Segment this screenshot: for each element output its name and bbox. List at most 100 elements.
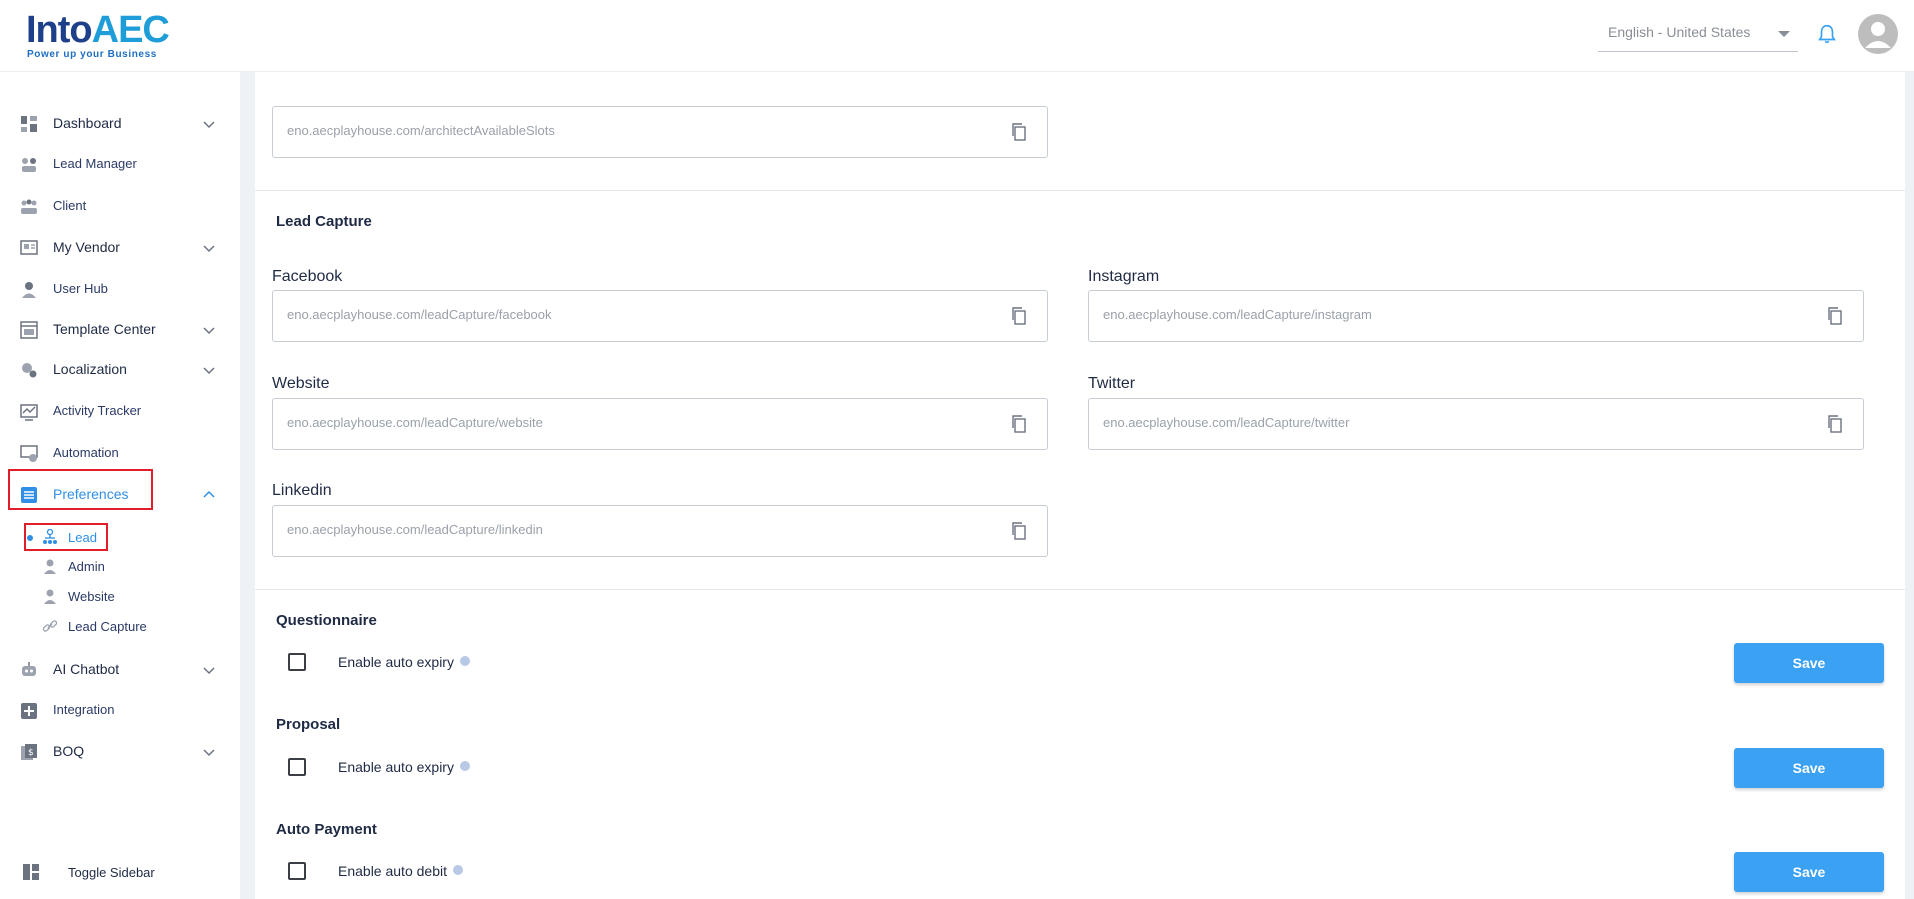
link-value: eno.aecplayhouse.com/leadCapture/website [287, 415, 543, 430]
sub-item-lead-capture[interactable]: Lead Capture [24, 614, 224, 640]
auto-payment-title: Auto Payment [276, 821, 377, 838]
lead-manager-icon [22, 158, 36, 172]
website-link-field[interactable]: eno.aecplayhouse.com/leadCapture/website [272, 398, 1048, 450]
copy-icon[interactable] [1827, 307, 1843, 325]
sidebar-item-label: Automation [53, 445, 119, 460]
logo[interactable]: IntoAEC Power up your Business [26, 6, 176, 60]
proposal-auto-expiry-checkbox[interactable] [288, 758, 306, 776]
user-icon [22, 282, 36, 298]
bell-icon[interactable] [1816, 22, 1838, 46]
instagram-link-field[interactable]: eno.aecplayhouse.com/leadCapture/instagr… [1088, 290, 1864, 342]
sidebar-item-label: Lead Manager [53, 156, 137, 171]
sub-item-label: Website [68, 589, 115, 604]
link-value: eno.aecplayhouse.com/leadCapture/instagr… [1103, 307, 1372, 322]
questionnaire-save-button[interactable]: Save [1734, 643, 1884, 683]
automation-icon [20, 445, 38, 462]
website-label: Website [272, 375, 330, 392]
preferences-highlight-box [8, 469, 153, 510]
caret-down-icon [1778, 31, 1790, 37]
localization-icon [22, 363, 37, 378]
copy-icon[interactable] [1011, 307, 1027, 325]
questionnaire-auto-expiry-label: Enable auto expiry [338, 654, 470, 670]
chevron-down-icon [203, 327, 215, 335]
link-icon [42, 620, 58, 632]
available-slots-link-field[interactable]: eno.aecplayhouse.com/architectAvailableS… [272, 106, 1048, 158]
sidebar-item-lead-manager[interactable]: Lead Manager [8, 146, 230, 184]
proposal-save-button[interactable]: Save [1734, 748, 1884, 788]
info-icon[interactable] [459, 761, 470, 771]
info-icon[interactable] [452, 865, 463, 875]
sidebar-item-label: Client [53, 198, 87, 213]
sidebar-item-my-vendor[interactable]: My Vendor [8, 229, 230, 267]
twitter-link-field[interactable]: eno.aecplayhouse.com/leadCapture/twitter [1088, 398, 1864, 450]
user-avatar-icon [1865, 22, 1891, 48]
chatbot-icon [22, 662, 36, 676]
sidebar-item-label: My Vendor [53, 239, 120, 255]
questionnaire-auto-expiry-checkbox[interactable] [288, 653, 306, 671]
sub-item-admin[interactable]: Admin [24, 554, 224, 580]
logo-tagline: Power up your Business [27, 49, 157, 60]
lead-capture-title: Lead Capture [276, 213, 372, 230]
sidebar-item-label: Template Center [53, 321, 156, 337]
sidebar-item-integration[interactable]: Integration [8, 692, 230, 730]
sidebar-item-label: Activity Tracker [53, 403, 142, 418]
chevron-down-icon [203, 667, 215, 675]
link-value: eno.aecplayhouse.com/leadCapture/twitter [1103, 415, 1350, 430]
integration-icon [21, 703, 37, 719]
section-divider [255, 589, 1905, 590]
sidebar-item-automation[interactable]: Automation [8, 435, 230, 473]
sidebar-item-dashboard[interactable]: Dashboard [8, 105, 230, 143]
sidebar-item-activity-tracker[interactable]: Activity Tracker [8, 393, 230, 431]
preferences-card [255, 72, 1905, 899]
sidebar-item-template-center[interactable]: Template Center [8, 311, 230, 349]
auto-debit-checkbox[interactable] [288, 862, 306, 880]
linkedin-link-field[interactable]: eno.aecplayhouse.com/leadCapture/linkedi… [272, 505, 1048, 557]
copy-icon[interactable] [1011, 415, 1027, 433]
twitter-label: Twitter [1088, 375, 1136, 392]
auto-debit-label: Enable auto debit [338, 863, 463, 879]
language-select[interactable]: English - United States [1598, 18, 1798, 52]
auto-payment-save-button[interactable]: Save [1734, 852, 1884, 892]
chevron-down-icon [203, 749, 215, 757]
copy-icon[interactable] [1011, 123, 1027, 141]
questionnaire-title: Questionnaire [276, 612, 377, 629]
chevron-down-icon [203, 121, 215, 129]
top-header: IntoAEC Power up your Business English -… [0, 0, 1914, 72]
facebook-link-field[interactable]: eno.aecplayhouse.com/leadCapture/faceboo… [272, 290, 1048, 342]
dashboard-icon [21, 116, 37, 132]
link-value: eno.aecplayhouse.com/architectAvailableS… [287, 123, 555, 138]
sidebar-item-label: AI Chatbot [53, 661, 120, 677]
svg-text:$: $ [28, 748, 34, 758]
linkedin-label: Linkedin [272, 482, 332, 499]
sidebar-item-label: BOQ [53, 743, 85, 759]
copy-icon[interactable] [1827, 415, 1843, 433]
chevron-up-icon [203, 490, 215, 498]
info-icon[interactable] [459, 656, 470, 666]
toggle-sidebar-icon [23, 864, 39, 880]
copy-icon[interactable] [1011, 522, 1027, 540]
sidebar-item-ai-chatbot[interactable]: AI Chatbot [8, 651, 230, 689]
link-value: eno.aecplayhouse.com/leadCapture/linkedi… [287, 522, 543, 537]
boq-icon: $ [21, 744, 37, 760]
lead-highlight-box [24, 523, 108, 551]
toggle-sidebar-label: Toggle Sidebar [68, 865, 155, 880]
sidebar-item-user-hub[interactable]: User Hub [8, 271, 230, 309]
toggle-sidebar-button[interactable]: Toggle Sidebar [8, 855, 230, 891]
sidebar-item-boq[interactable]: $ BOQ [8, 733, 230, 771]
chevron-down-icon [203, 367, 215, 375]
sidebar-item-label: User Hub [53, 281, 108, 296]
section-divider [255, 190, 1905, 191]
sidebar-item-label: Integration [53, 702, 115, 717]
language-value: English - United States [1608, 24, 1751, 40]
sidebar-item-client[interactable]: Client [8, 188, 230, 226]
proposal-auto-expiry-label: Enable auto expiry [338, 759, 470, 775]
avatar[interactable] [1858, 14, 1898, 54]
website-icon [44, 589, 56, 604]
chevron-down-icon [203, 245, 215, 253]
instagram-label: Instagram [1088, 268, 1160, 285]
facebook-label: Facebook [272, 268, 343, 285]
logo-wordmark: IntoAEC [26, 9, 170, 51]
proposal-title: Proposal [276, 716, 341, 733]
sub-item-website[interactable]: Website [24, 584, 224, 610]
sidebar-item-localization[interactable]: Localization [8, 351, 230, 389]
